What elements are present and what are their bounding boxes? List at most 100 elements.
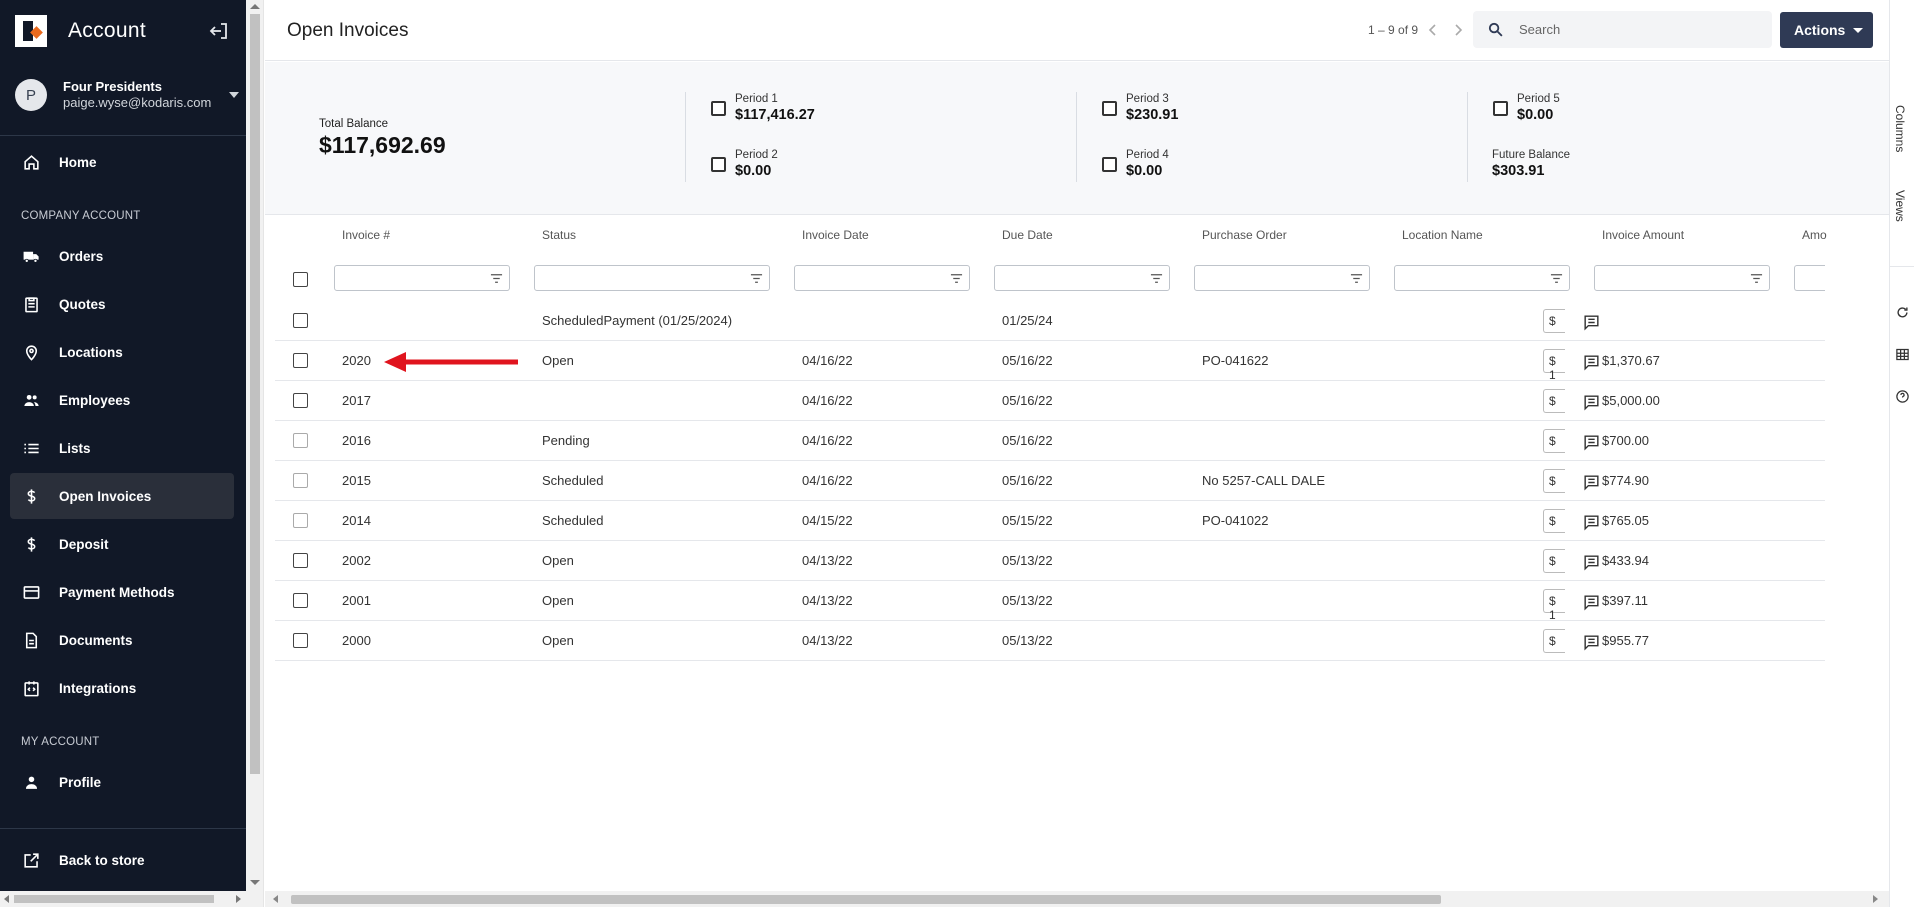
comment-icon[interactable] <box>1582 393 1601 412</box>
sidebar-item-back-to-store[interactable]: Back to store <box>10 837 234 883</box>
row-checkbox[interactable] <box>293 633 308 648</box>
table-row[interactable]: 2016 Pending 04/16/22 05/16/22 $700.00 $ <box>275 421 1825 461</box>
comment-icon[interactable] <box>1582 593 1601 612</box>
filter-purchase-order[interactable] <box>1194 265 1370 291</box>
invoice-number[interactable]: 2000 <box>342 633 371 648</box>
amount-to-pay-input[interactable]: $ <box>1543 509 1565 533</box>
invoice-number[interactable]: 2014 <box>342 513 371 528</box>
filter-icon[interactable] <box>1750 272 1763 285</box>
table-row[interactable]: ScheduledPayment (01/25/2024) 01/25/24 $ <box>275 301 1825 341</box>
row-checkbox[interactable] <box>293 553 308 568</box>
previous-page-icon[interactable] <box>1425 21 1441 39</box>
sidebar-item-quotes[interactable]: Quotes <box>10 281 234 327</box>
column-header-invoice[interactable]: Invoice # <box>342 228 390 242</box>
invoice-number[interactable]: 2016 <box>342 433 371 448</box>
filter-status[interactable] <box>534 265 770 291</box>
filter-icon[interactable] <box>750 272 763 285</box>
sidebar-item-locations[interactable]: Locations <box>10 329 234 375</box>
filter-invoice-date[interactable] <box>794 265 970 291</box>
scroll-right-arrow-icon[interactable] <box>1873 895 1878 903</box>
sidebar-vertical-scrollbar[interactable] <box>246 0 264 907</box>
filter-icon[interactable] <box>1350 272 1363 285</box>
comment-icon[interactable] <box>1582 513 1601 532</box>
account-switcher[interactable]: P Four Presidents paige.wyse@kodaris.com <box>0 67 246 123</box>
row-checkbox[interactable] <box>293 393 308 408</box>
invoice-number[interactable]: 2017 <box>342 393 371 408</box>
amount-to-pay-input[interactable]: $ <box>1543 429 1565 453</box>
column-header-invoice-date[interactable]: Invoice Date <box>802 228 869 242</box>
sidebar-item-employees[interactable]: Employees <box>10 377 234 423</box>
actions-button[interactable]: Actions <box>1780 12 1873 48</box>
period-2-checkbox[interactable] <box>711 157 726 172</box>
table-row[interactable]: 2015 Scheduled 04/16/22 05/16/22 No 5257… <box>275 461 1825 501</box>
amount-to-pay-input[interactable]: $ <box>1543 629 1565 653</box>
scrollbar-thumb[interactable] <box>291 895 1441 904</box>
row-checkbox[interactable] <box>293 353 308 368</box>
scrollbar-thumb[interactable] <box>14 895 214 903</box>
filter-amount-to-pay[interactable] <box>1794 265 1825 291</box>
search-input[interactable] <box>1519 19 1759 40</box>
period-4-checkbox[interactable] <box>1102 157 1117 172</box>
table-row[interactable]: 2001 Open 04/13/22 05/13/22 $397.11 $ 1 <box>275 581 1825 622</box>
amount-to-pay-input[interactable]: $ 1 <box>1543 589 1565 622</box>
sidebar-horizontal-scrollbar[interactable] <box>0 891 246 907</box>
scroll-left-arrow-icon[interactable] <box>4 895 9 903</box>
invoice-number[interactable]: 2001 <box>342 593 371 608</box>
row-checkbox[interactable] <box>293 313 308 328</box>
filter-icon[interactable] <box>950 272 963 285</box>
row-checkbox[interactable] <box>293 593 308 608</box>
comment-icon[interactable] <box>1582 313 1601 332</box>
amount-to-pay-input[interactable]: $ <box>1543 549 1565 573</box>
sidebar-item-payment-methods[interactable]: Payment Methods <box>10 569 234 615</box>
filter-location-name[interactable] <box>1394 265 1570 291</box>
scroll-left-arrow-icon[interactable] <box>273 895 278 903</box>
scrollbar-thumb[interactable] <box>250 14 260 774</box>
filter-invoice[interactable] <box>334 265 510 291</box>
column-header-location-name[interactable]: Location Name <box>1402 228 1483 242</box>
filter-icon[interactable] <box>490 272 503 285</box>
row-checkbox[interactable] <box>293 433 308 448</box>
period-5-checkbox[interactable] <box>1493 101 1508 116</box>
table-row[interactable]: 2002 Open 04/13/22 05/13/22 $433.94 $ <box>275 541 1825 581</box>
sidebar-item-home[interactable]: Home <box>10 139 234 185</box>
filter-icon[interactable] <box>1150 272 1163 285</box>
sidebar-item-documents[interactable]: Documents <box>10 617 234 663</box>
select-all-checkbox[interactable] <box>293 272 308 287</box>
column-header-invoice-amount[interactable]: Invoice Amount <box>1602 228 1684 242</box>
kodaris-logo[interactable] <box>15 15 47 47</box>
row-checkbox[interactable] <box>293 473 308 488</box>
table-grid-icon[interactable] <box>1895 347 1910 362</box>
columns-panel-toggle[interactable]: Columns <box>1893 105 1907 152</box>
invoice-number[interactable]: 2002 <box>342 553 371 568</box>
table-row[interactable]: 2014 Scheduled 04/15/22 05/15/22 PO-0410… <box>275 501 1825 541</box>
comment-icon[interactable] <box>1582 433 1601 452</box>
column-header-purchase-order[interactable]: Purchase Order <box>1202 228 1287 242</box>
column-header-due-date[interactable]: Due Date <box>1002 228 1053 242</box>
column-header-status[interactable]: Status <box>542 228 576 242</box>
table-row[interactable]: 2017 04/16/22 05/16/22 $5,000.00 $ <box>275 381 1825 421</box>
sidebar-item-open-invoices[interactable]: Open Invoices <box>10 473 234 519</box>
scroll-down-arrow-icon[interactable] <box>250 880 260 885</box>
sidebar-item-profile[interactable]: Profile <box>10 759 234 805</box>
comment-icon[interactable] <box>1582 633 1601 652</box>
comment-icon[interactable] <box>1582 553 1601 572</box>
refresh-icon[interactable] <box>1895 305 1910 320</box>
sidebar-item-orders[interactable]: Orders <box>10 233 234 279</box>
help-icon[interactable] <box>1895 389 1910 404</box>
table-row[interactable]: 2000 Open 04/13/22 05/13/22 $955.77 $ <box>275 621 1825 661</box>
sidebar-item-deposit[interactable]: Deposit <box>10 521 234 567</box>
invoice-number[interactable]: 2020 <box>342 353 371 368</box>
amount-to-pay-input[interactable]: $ <box>1543 309 1565 333</box>
filter-invoice-amount[interactable] <box>1594 265 1770 291</box>
filter-icon[interactable] <box>1550 272 1563 285</box>
amount-to-pay-input[interactable]: $ <box>1543 469 1565 493</box>
comment-icon[interactable] <box>1582 473 1601 492</box>
grid-horizontal-scrollbar[interactable] <box>265 891 1889 907</box>
collapse-sidebar-icon[interactable] <box>207 19 231 43</box>
scroll-up-arrow-icon[interactable] <box>250 4 260 9</box>
filter-due-date[interactable] <box>994 265 1170 291</box>
column-header-amount-to-pay[interactable]: Amo <box>1802 228 1827 242</box>
scroll-right-arrow-icon[interactable] <box>236 895 241 903</box>
amount-to-pay-input[interactable]: $ <box>1543 389 1565 413</box>
comment-icon[interactable] <box>1582 353 1601 372</box>
